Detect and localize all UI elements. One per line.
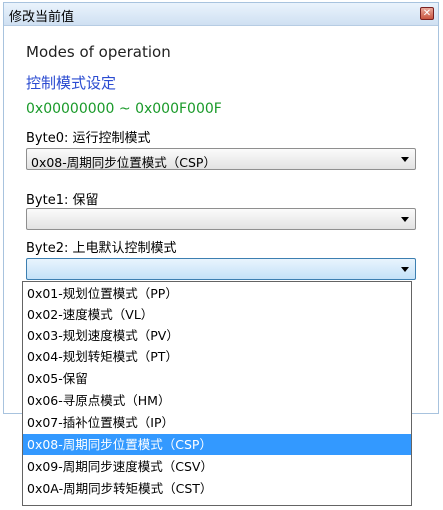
dropdown-option[interactable]: 0x07-插补位置模式（IP） [23,412,411,433]
byte1-select[interactable] [26,208,416,230]
byte0-label: Byte0: 运行控制模式 [26,131,151,146]
parameter-name: Modes of operation [26,43,171,61]
dropdown-option[interactable]: 0x03-规划速度模式（PV） [23,325,411,346]
byte2-select[interactable] [26,258,416,280]
dropdown-option[interactable]: 0x04-规划转矩模式（PT） [23,346,411,367]
chevron-down-icon [401,157,409,162]
dropdown-option[interactable]: 0x02-速度模式（VL） [23,304,411,325]
chevron-down-icon [401,267,409,272]
dropdown-option[interactable]: 0x01-规划位置模式（PP） [23,283,411,304]
parameter-description: 控制模式设定 [26,74,117,92]
title-bar[interactable]: 修改当前值 ✕ [4,3,438,26]
byte1-label: Byte1: 保留 [26,193,99,208]
chevron-down-icon [401,217,409,222]
parameter-range: 0x00000000 ~ 0x000F000F [26,101,222,117]
dropdown-option[interactable]: 0x09-周期同步速度模式（CSV） [23,456,411,477]
byte2-dropdown-list: 0x01-规划位置模式（PP） 0x02-速度模式（VL） 0x03-规划速度模… [22,281,412,506]
dropdown-option[interactable]: 0x05-保留 [23,368,411,389]
dropdown-option[interactable]: 0x06-寻原点模式（HM） [23,390,411,411]
dropdown-option[interactable]: 0x0A-周期同步转矩模式（CST） [23,478,411,499]
dialog-title: 修改当前值 [9,10,75,25]
byte0-selected-value: 0x08-周期同步位置模式（CSP） [31,155,216,170]
byte0-select[interactable]: 0x08-周期同步位置模式（CSP） [26,148,416,170]
byte2-label: Byte2: 上电默认控制模式 [26,241,177,256]
dropdown-option-selected[interactable]: 0x08-周期同步位置模式（CSP） [23,434,411,455]
close-icon[interactable]: ✕ [420,7,434,20]
